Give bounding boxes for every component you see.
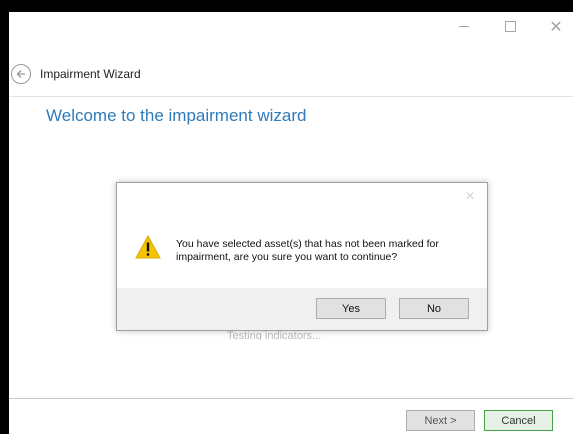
close-button[interactable]: ✕: [541, 14, 571, 38]
warning-icon: [135, 235, 161, 259]
wizard-footer: Next > Cancel: [9, 398, 573, 434]
confirmation-dialog: ✕ You have selected asset(s) that has no…: [116, 182, 488, 331]
arrow-left-icon: [16, 70, 25, 78]
next-button[interactable]: Next >: [406, 410, 475, 431]
wizard-title: Impairment Wizard: [40, 67, 141, 81]
minimize-button[interactable]: [449, 14, 479, 38]
cancel-button[interactable]: Cancel: [484, 410, 553, 431]
minimize-icon: [459, 25, 469, 27]
page-heading: Welcome to the impairment wizard: [46, 106, 307, 125]
dialog-close-icon[interactable]: ✕: [465, 189, 475, 203]
no-button[interactable]: No: [399, 298, 469, 319]
maximize-icon: [504, 20, 516, 32]
maximize-button[interactable]: [495, 14, 525, 38]
yes-button[interactable]: Yes: [316, 298, 386, 319]
close-icon: ✕: [549, 16, 563, 36]
back-button[interactable]: [11, 64, 31, 84]
dialog-button-bar: Yes No: [117, 288, 487, 330]
title-bar: ✕: [9, 12, 573, 44]
status-text: Testing indicators...: [227, 330, 322, 340]
dialog-message: You have selected asset(s) that has not …: [176, 238, 439, 263]
wizard-header: Impairment Wizard: [9, 48, 573, 97]
